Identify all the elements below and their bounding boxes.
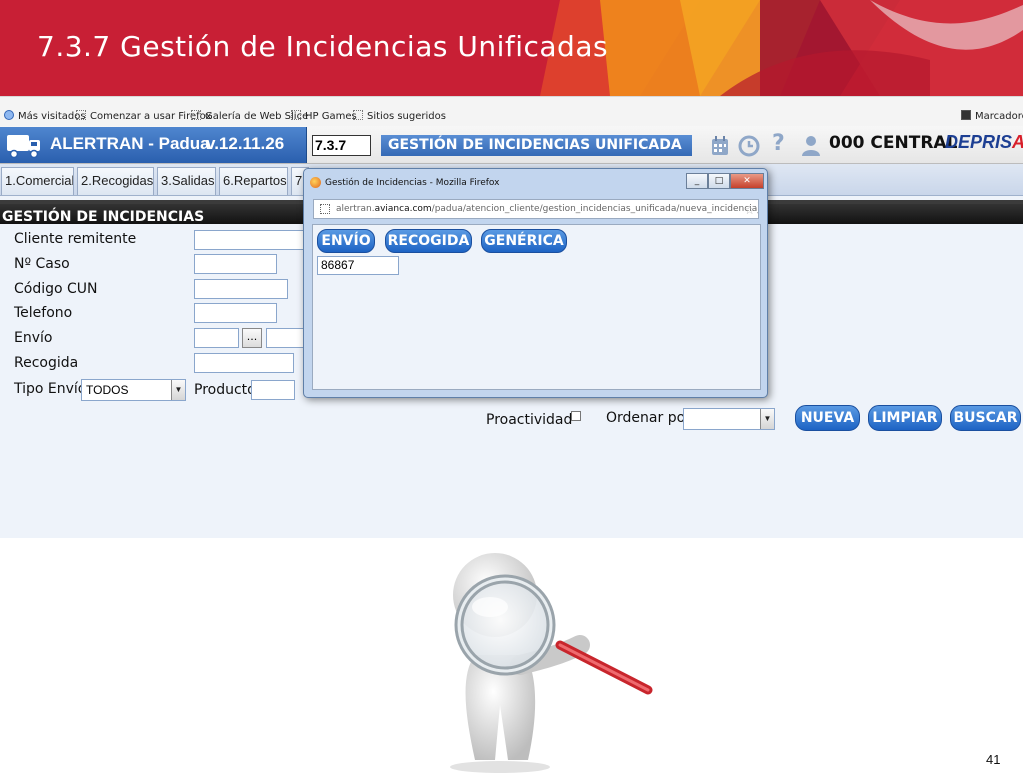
slide-title: 7.3.7 Gestión de Incidencias Unificadas — [37, 30, 609, 63]
slide-number: 41 — [986, 752, 1001, 767]
envio-button[interactable]: ENVÍO — [317, 229, 375, 253]
limpiar-button[interactable]: LIMPIAR — [868, 405, 942, 431]
recogida-button[interactable]: RECOGIDA — [385, 229, 472, 253]
popup-url-bar[interactable]: alertran.avianca.com/padua/atencion_clie… — [313, 199, 759, 219]
buscar-button[interactable]: BUSCAR — [950, 405, 1021, 431]
ordenar-por-select[interactable]: ▼ — [683, 408, 775, 430]
page-icon — [76, 110, 86, 120]
cliente-remitente-label: Cliente remitente — [14, 231, 137, 247]
user-icon[interactable] — [801, 135, 821, 157]
clock-icon[interactable] — [738, 135, 760, 157]
cliente-remitente-input[interactable] — [194, 230, 306, 250]
presentation-slide: 7.3.7 Gestión de Incidencias Unificadas … — [0, 0, 1023, 783]
generica-button[interactable]: GENÉRICA — [481, 229, 567, 253]
page-icon — [191, 110, 201, 120]
envio-secondary-input[interactable] — [266, 328, 306, 348]
popup-window: Gestión de Incidencias - Mozilla Firefox… — [303, 168, 768, 398]
codigo-cun-label: Código CUN — [14, 281, 98, 297]
telefono-label: Telefono — [14, 305, 73, 321]
tipo-envio-label: Tipo Envío — [14, 381, 87, 397]
bookmark-mas-visitados[interactable]: Más visitados — [4, 110, 86, 124]
app-version: v.12.11.26 — [206, 134, 285, 153]
dropdown-arrow-icon[interactable]: ▼ — [760, 409, 774, 429]
help-icon[interactable]: ? — [772, 131, 785, 156]
producto-label: Producto — [194, 382, 256, 398]
num-caso-label: Nº Caso — [14, 256, 70, 272]
envio-input[interactable] — [194, 328, 239, 348]
page-icon — [320, 204, 330, 214]
tab-comercial[interactable]: 1.Comercial — [1, 167, 74, 195]
close-button[interactable]: ✕ — [730, 173, 764, 189]
bookmark-sitios-sugeridos[interactable]: Sitios sugeridos — [353, 110, 446, 124]
dropdown-arrow-icon[interactable]: ▼ — [171, 380, 185, 400]
firefox-icon — [310, 177, 321, 188]
app-header: ALERTRAN - Padua v.12.11.26 7.3.7 GESTIÓ… — [0, 126, 1023, 164]
telefono-input[interactable] — [194, 303, 277, 323]
nueva-button[interactable]: NUEVA — [795, 405, 860, 431]
envio-number-input[interactable]: 86867 — [317, 256, 399, 275]
page-icon — [353, 110, 363, 120]
magnifying-glass-figure — [450, 553, 653, 773]
application-screenshot: Más visitados Comenzar a usar Firefox Ga… — [0, 96, 1023, 538]
codigo-cun-input[interactable] — [194, 279, 288, 299]
calendar-icon[interactable] — [710, 135, 730, 157]
proactividad-checkbox[interactable] — [571, 411, 581, 421]
popup-title: Gestión de Incidencias - Mozilla Firefox — [325, 178, 500, 188]
title-banner: 7.3.7 Gestión de Incidencias Unificadas — [0, 0, 1023, 96]
star-icon[interactable]: ☆ — [744, 201, 755, 218]
tipo-envio-select[interactable]: TODOS ▼ — [81, 379, 186, 401]
bookmarks-toolbar: Más visitados Comenzar a usar Firefox Ga… — [0, 96, 1023, 126]
globe-icon — [4, 110, 14, 120]
module-code-field[interactable]: 7.3.7 — [312, 135, 371, 156]
recogida-label: Recogida — [14, 355, 79, 371]
deprisa-logo: DEPRISA — [945, 132, 1023, 152]
tab-recogidas[interactable]: 2.Recogidas — [77, 167, 154, 195]
maximize-button[interactable]: □ — [708, 173, 730, 189]
tab-repartos[interactable]: 6.Repartos — [219, 167, 288, 195]
envio-lookup-button[interactable]: ... — [242, 328, 262, 348]
app-name: ALERTRAN - Padua — [50, 134, 210, 153]
central-label: 000 CENTRAL — [829, 133, 958, 153]
tab-salidas[interactable]: 3.Salidas — [157, 167, 216, 195]
page-icon — [291, 110, 301, 120]
popup-body: ENVÍO RECOGIDA GENÉRICA 86867 — [312, 224, 761, 390]
truck-icon — [7, 135, 40, 159]
minimize-button[interactable]: _ — [686, 173, 708, 189]
module-title: GESTIÓN DE INCIDENCIAS UNIFICADA — [381, 135, 692, 156]
bookmark-star-icon — [961, 110, 971, 120]
recogida-input[interactable] — [194, 353, 294, 373]
proactividad-label: Proactividad — [486, 412, 573, 428]
bookmarks-menu[interactable]: Marcadores — [961, 110, 1023, 124]
num-caso-input[interactable] — [194, 254, 277, 274]
producto-input[interactable] — [251, 380, 295, 400]
app-brand: ALERTRAN - Padua v.12.11.26 — [0, 127, 307, 163]
envio-label: Envío — [14, 330, 53, 346]
bookmark-hp-games[interactable]: HP Games — [291, 110, 357, 124]
ordenar-por-label: Ordenar por — [606, 410, 691, 426]
